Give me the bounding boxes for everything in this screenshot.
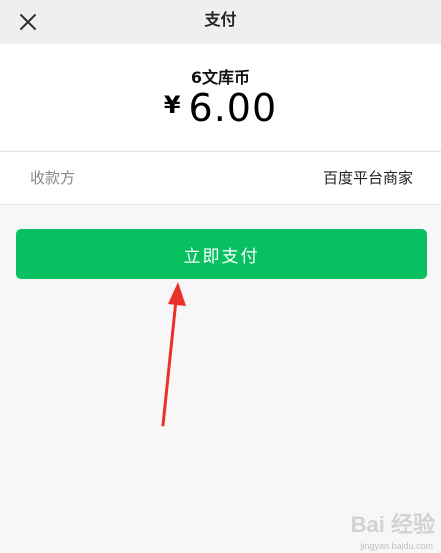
watermark-brand: Bai 经验 bbox=[350, 512, 435, 537]
arrow-up-icon bbox=[161, 282, 186, 427]
watermark-url: jingyan.baidu.com bbox=[360, 541, 433, 551]
